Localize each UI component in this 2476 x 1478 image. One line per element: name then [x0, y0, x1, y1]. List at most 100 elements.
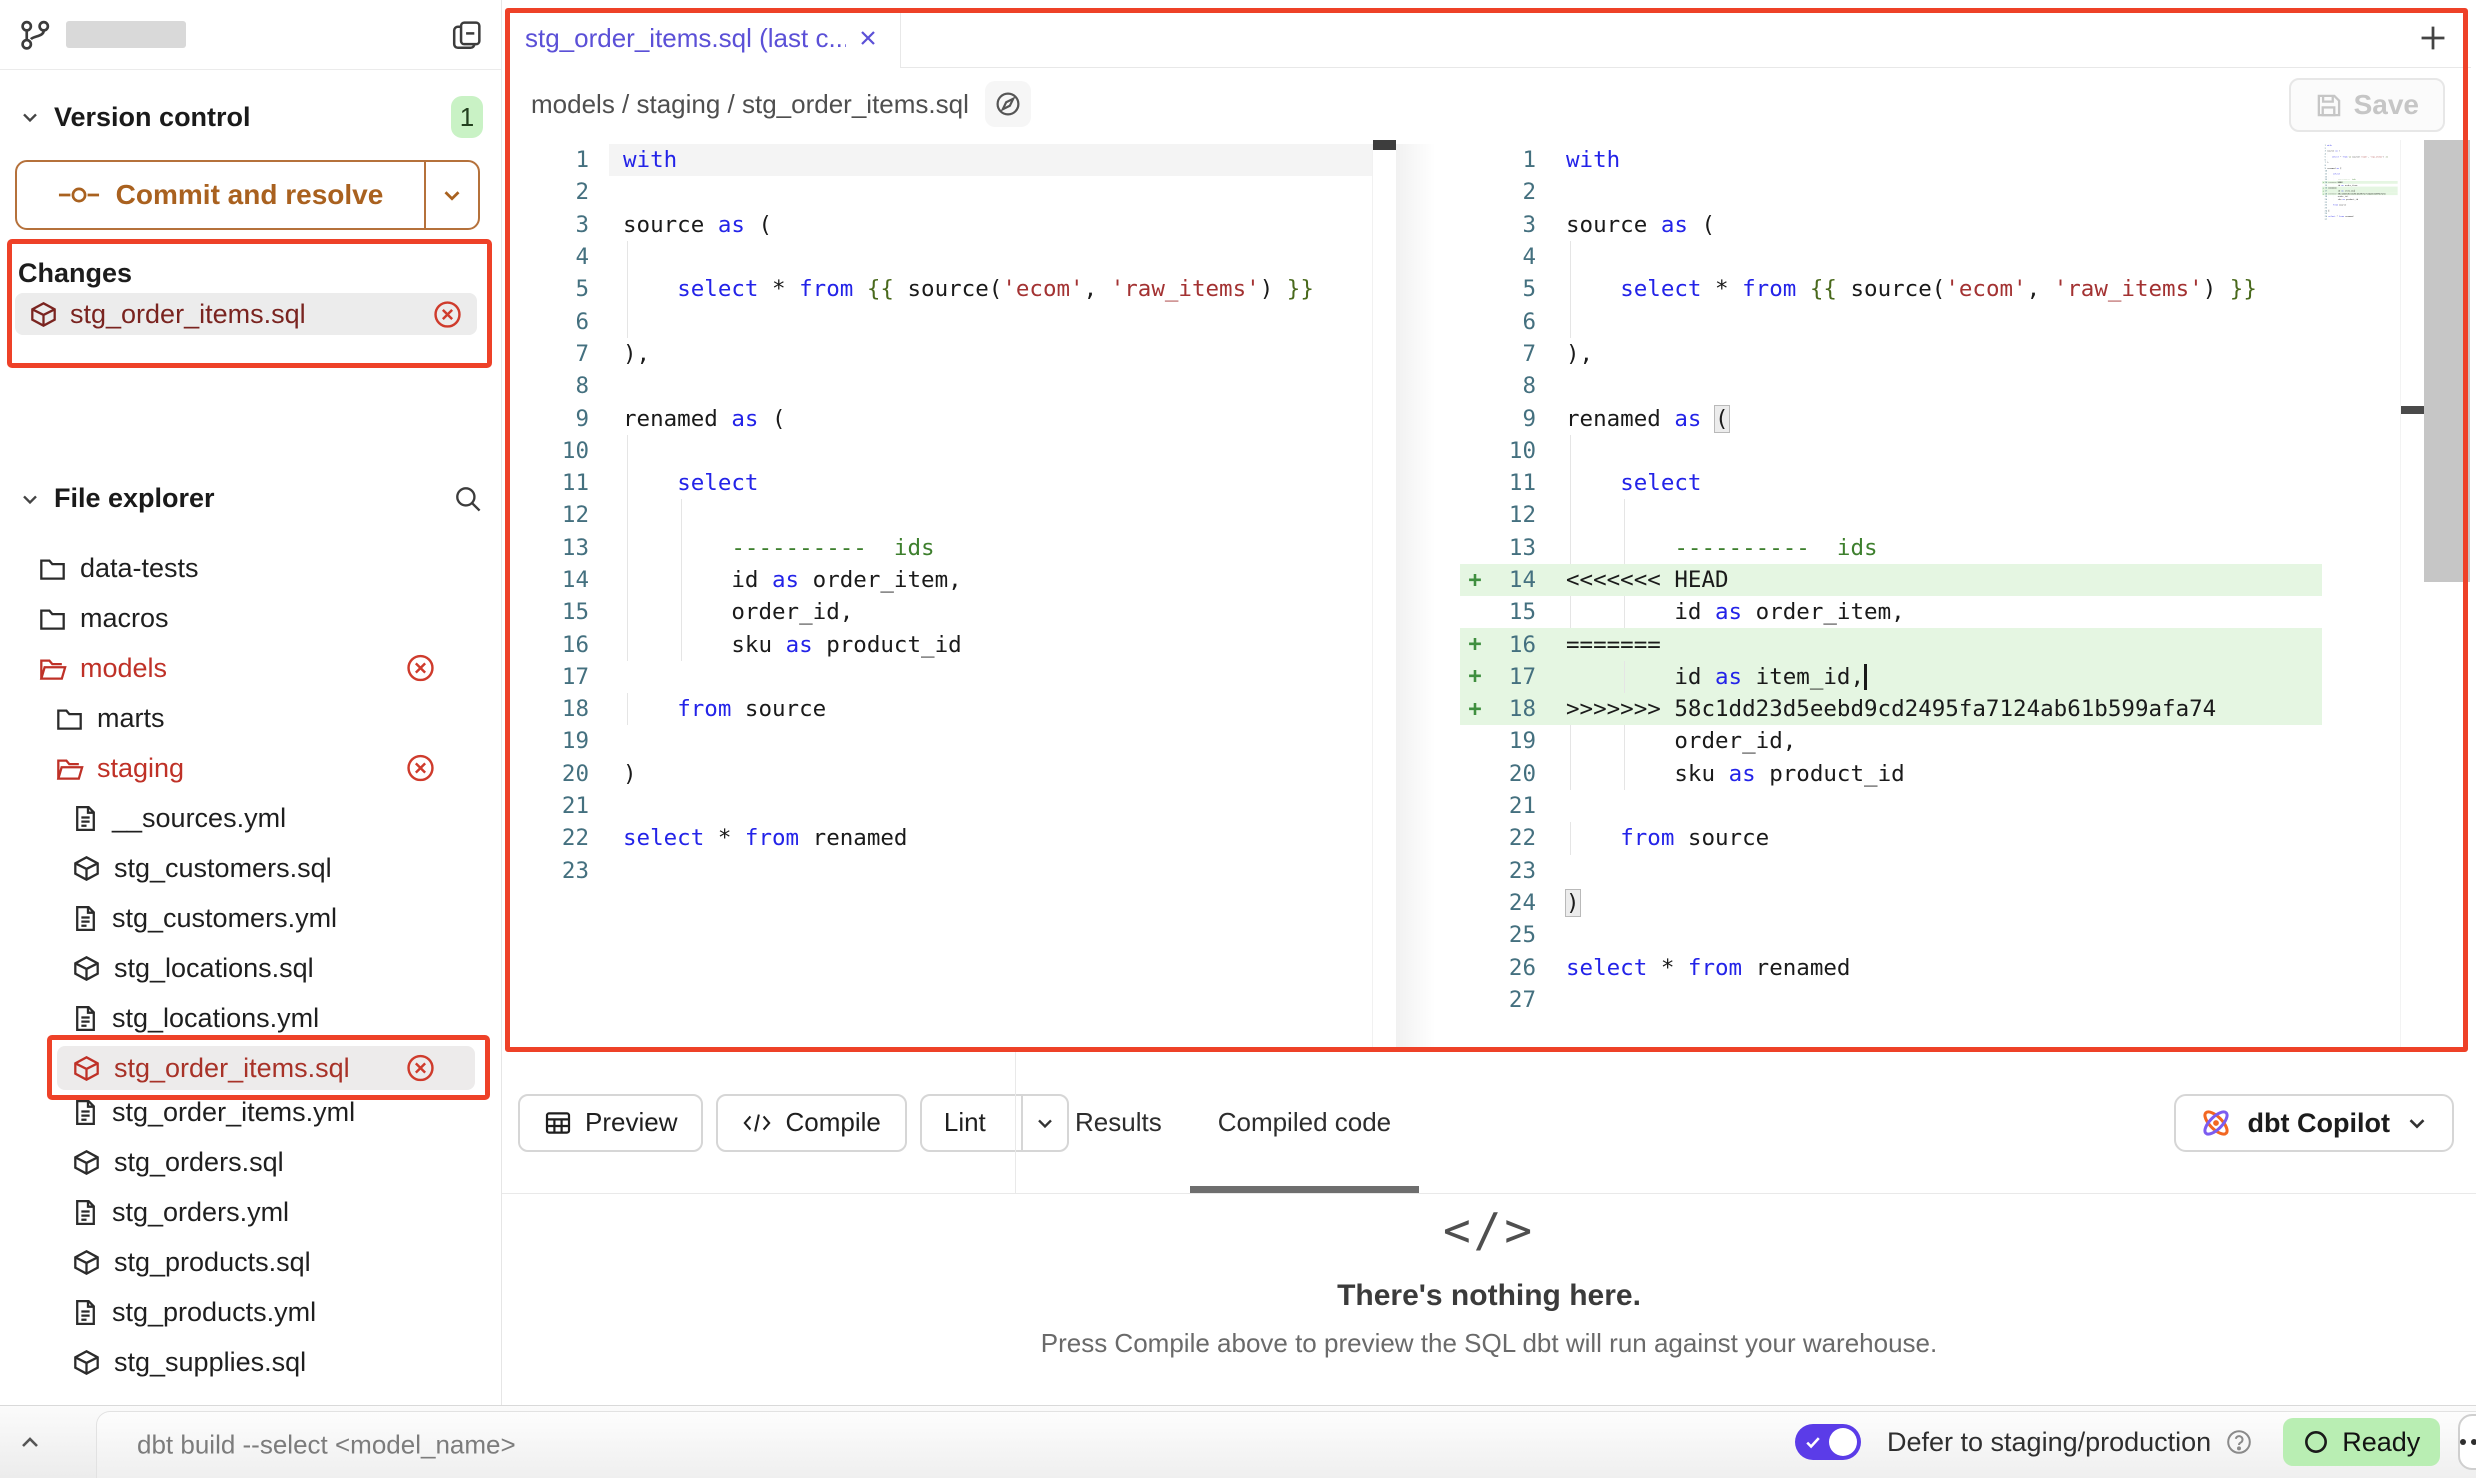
code-line-11[interactable]: 11 select — [505, 467, 1372, 499]
code-line-10[interactable]: 10 — [1460, 435, 2322, 467]
code-line-8[interactable]: 8 — [1460, 370, 2322, 402]
code-line-21[interactable]: 21 — [1460, 790, 2322, 822]
code-line-4[interactable]: 4 — [1460, 241, 2322, 273]
discard-change-icon[interactable] — [432, 299, 463, 330]
code-line-17[interactable]: 17 — [505, 661, 1372, 693]
code-line-22[interactable]: 22select * from renamed — [505, 822, 1372, 854]
compile-button[interactable]: Compile — [716, 1094, 906, 1152]
editor-pane-last-commit[interactable]: 1with23source as (45 select * from {{ so… — [505, 144, 1372, 1047]
code-line-12[interactable]: 12 — [505, 499, 1372, 531]
tab-stg-order-items[interactable]: stg_order_items.sql (last c... — [505, 8, 901, 68]
dbt-copilot-button[interactable]: dbt Copilot — [2174, 1094, 2454, 1152]
code-line-9[interactable]: 9renamed as ( — [1460, 402, 2322, 434]
code-line-5[interactable]: 5 select * from {{ source('ecom', 'raw_i… — [1460, 273, 2322, 305]
file-item-stg-supplies-sql[interactable]: stg_supplies.sql — [0, 1337, 500, 1387]
connection-status-badge[interactable]: Ready — [2283, 1418, 2440, 1466]
code-line-5[interactable]: 5 select * from {{ source('ecom', 'raw_i… — [505, 273, 1372, 305]
code-line-15[interactable]: 15 id as order_item, — [1460, 596, 2322, 628]
code-line-6[interactable]: 6 — [1460, 305, 2322, 337]
code-line-1[interactable]: 1with — [1460, 144, 2322, 176]
file-item-models[interactable]: models — [0, 643, 500, 693]
tab-results[interactable]: Results — [1047, 1052, 1190, 1193]
file-item-data-tests[interactable]: data-tests — [0, 543, 500, 593]
editor-scrollbar[interactable] — [2424, 140, 2470, 1047]
file-item--sources-yml[interactable]: __sources.yml — [0, 793, 500, 843]
code-line-11[interactable]: 11 select — [1460, 467, 2322, 499]
code-line-24[interactable]: 24) — [1460, 887, 2322, 919]
file-item-stg-orders-sql[interactable]: stg_orders.sql — [0, 1137, 500, 1187]
code-line-23[interactable]: 23 — [505, 855, 1372, 887]
new-tab-icon[interactable] — [2417, 22, 2449, 54]
search-icon[interactable] — [453, 484, 483, 514]
file-item-stg-customers-sql[interactable]: stg_customers.sql — [0, 843, 500, 893]
code-line-27[interactable]: 27 — [1460, 984, 2322, 1016]
conflict-x-circle-icon[interactable] — [405, 653, 436, 684]
code-line-20[interactable]: 20) — [505, 758, 1372, 790]
file-item-marts[interactable]: marts — [0, 693, 500, 743]
code-line-20[interactable]: 20 sku as product_id — [1460, 758, 2322, 790]
code-line-2[interactable]: 2 — [505, 176, 1372, 208]
code-line-12[interactable]: 12 — [1460, 499, 2322, 531]
code-line-2[interactable]: 2 — [1460, 176, 2322, 208]
code-line-9[interactable]: 9renamed as ( — [505, 402, 1372, 434]
code-line-4[interactable]: 4 — [505, 241, 1372, 273]
file-item-stg-order-items-sql[interactable]: stg_order_items.sql — [57, 1046, 475, 1090]
code-line-8[interactable]: 8 — [505, 370, 1372, 402]
version-control-section-header[interactable]: Version control 1 — [0, 96, 501, 138]
expand-console-icon[interactable] — [16, 1428, 44, 1456]
minimap[interactable]: 1with23source as (45 select * from {{ so… — [2322, 144, 2400, 264]
preview-button[interactable]: Preview — [518, 1094, 703, 1152]
code-line-18[interactable]: +18>>>>>>> 58c1dd23d5eebd9cd2495fa7124ab… — [1460, 693, 2322, 725]
duplicate-files-icon[interactable] — [451, 19, 483, 51]
tab-close-icon[interactable] — [856, 26, 880, 50]
file-item-macros[interactable]: macros — [0, 593, 500, 643]
code-line-27[interactable]: 27 — [2322, 218, 2398, 221]
code-line-3[interactable]: 3source as ( — [1460, 209, 2322, 241]
file-item-stg-products-sql[interactable]: stg_products.sql — [0, 1237, 500, 1287]
code-line-19[interactable]: 19 — [505, 725, 1372, 757]
code-line-21[interactable]: 21 — [505, 790, 1372, 822]
code-line-3[interactable]: 3source as ( — [505, 209, 1372, 241]
git-branch-icon[interactable] — [18, 18, 52, 52]
code-line-14[interactable]: +14<<<<<<< HEAD — [1460, 564, 2322, 596]
file-item-stg-order-items-yml[interactable]: stg_order_items.yml — [0, 1087, 500, 1137]
file-item-stg-orders-yml[interactable]: stg_orders.yml — [0, 1187, 500, 1237]
code-line-16[interactable]: +16======= — [1460, 628, 2322, 660]
code-line-25[interactable]: 25 — [1460, 919, 2322, 951]
code-line-18[interactable]: 18 from source — [505, 693, 1372, 725]
scrollbar-thumb[interactable] — [2424, 140, 2470, 582]
code-line-7[interactable]: 7), — [1460, 338, 2322, 370]
lineage-icon[interactable] — [985, 81, 1031, 127]
code-line-7[interactable]: 7), — [505, 338, 1372, 370]
file-item-staging[interactable]: staging — [0, 743, 500, 793]
code-line-13[interactable]: 13 ---------- ids — [1460, 532, 2322, 564]
code-line-14[interactable]: 14 id as order_item, — [505, 564, 1372, 596]
code-line-16[interactable]: 16 sku as product_id — [505, 628, 1372, 660]
defer-toggle[interactable] — [1795, 1424, 1861, 1460]
file-item-stg-customers-yml[interactable]: stg_customers.yml — [0, 893, 500, 943]
file-item-stg-locations-yml[interactable]: stg_locations.yml — [0, 993, 500, 1043]
conflict-x-circle-icon[interactable] — [405, 753, 436, 784]
code-line-15[interactable]: 15 order_id, — [505, 596, 1372, 628]
editor-pane-current[interactable]: 1with23source as (45 select * from {{ so… — [1460, 144, 2322, 1047]
commit-and-resolve-button[interactable]: Commit and resolve — [15, 160, 480, 230]
code-line-13[interactable]: 13 ---------- ids — [505, 532, 1372, 564]
file-explorer-section-header[interactable]: File explorer — [18, 483, 483, 514]
tab-compiled-code[interactable]: Compiled code — [1190, 1052, 1419, 1193]
conflict-x-circle-icon[interactable] — [405, 1053, 436, 1084]
code-line-6[interactable]: 6 — [505, 305, 1372, 337]
file-item-stg-locations-sql[interactable]: stg_locations.sql — [0, 943, 500, 993]
code-line-22[interactable]: 22 from source — [1460, 822, 2322, 854]
code-line-19[interactable]: 19 order_id, — [1460, 725, 2322, 757]
diff-editor[interactable]: 1with23source as (45 select * from {{ so… — [505, 140, 2471, 1047]
more-options-button[interactable] — [2458, 1414, 2476, 1470]
file-item-stg-products-yml[interactable]: stg_products.yml — [0, 1287, 500, 1337]
commit-dropdown-toggle[interactable] — [424, 162, 478, 228]
code-line-17[interactable]: +17 id as item_id, — [1460, 661, 2322, 693]
code-line-1[interactable]: 1with — [505, 144, 1372, 176]
help-icon[interactable] — [2225, 1428, 2253, 1456]
code-line-10[interactable]: 10 — [505, 435, 1372, 467]
code-line-23[interactable]: 23 — [1460, 855, 2322, 887]
left-pane-scrollbar[interactable] — [1372, 144, 1396, 1047]
code-line-26[interactable]: 26select * from renamed — [1460, 951, 2322, 983]
